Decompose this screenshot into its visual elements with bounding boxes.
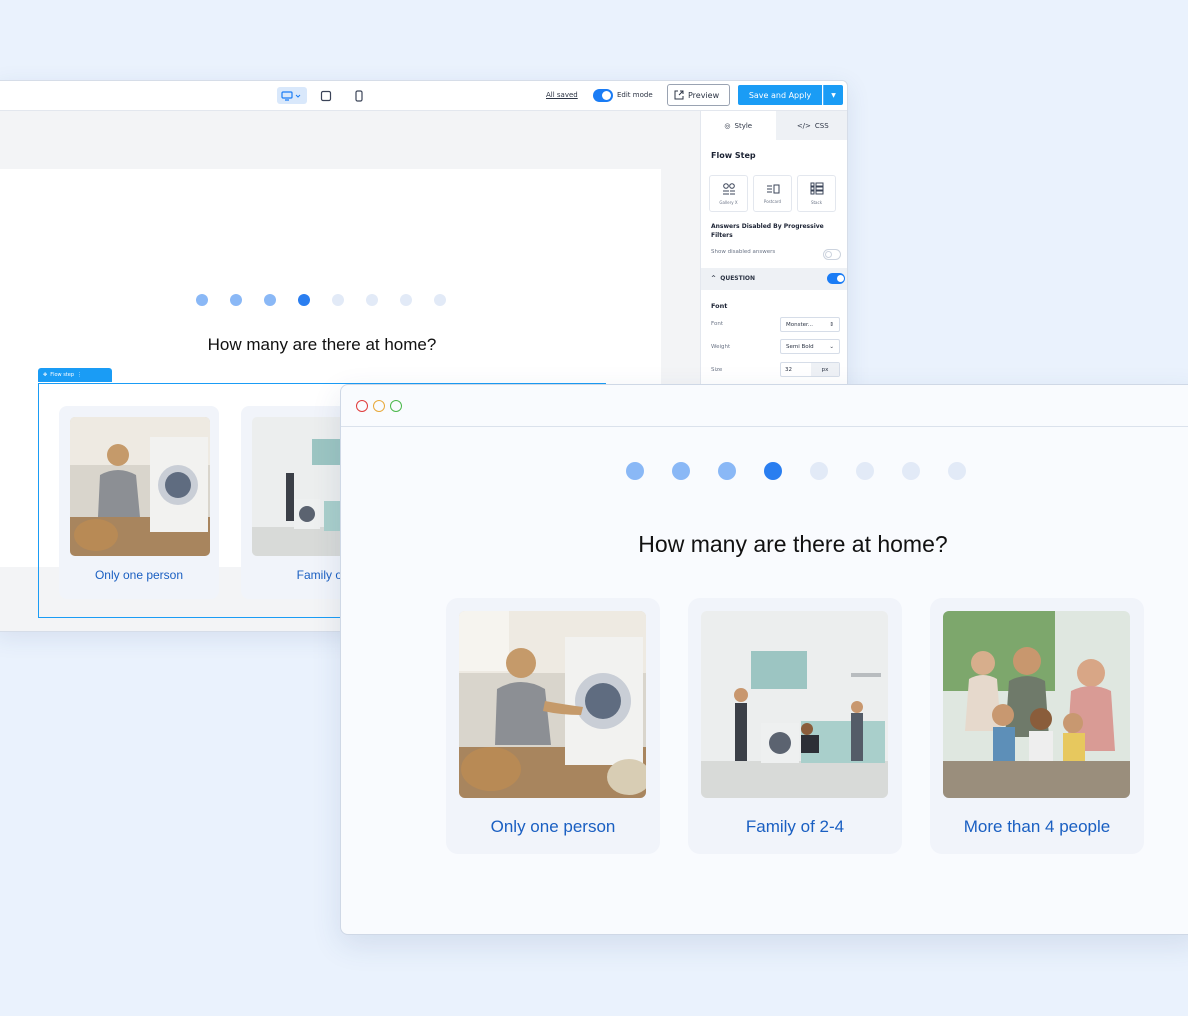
chevron-down-icon: ⌄ <box>829 343 834 350</box>
tab-style[interactable]: ◎ Style <box>701 111 776 140</box>
size-input[interactable]: 32 px <box>780 362 840 377</box>
question-heading: How many are there at home? <box>638 531 948 557</box>
question-section-label: QUESTION <box>720 275 756 282</box>
stepper-icon: ⇕ <box>829 321 834 328</box>
progress-dot <box>332 294 344 306</box>
panel-tabs: ◎ Style </> CSS <box>701 111 847 140</box>
progress-dot <box>856 462 874 480</box>
progress-dot <box>298 294 310 306</box>
flow-step-label: Flow step <box>50 372 75 378</box>
move-icon[interactable]: ✥ <box>43 372 47 378</box>
size-label: Size <box>711 367 723 373</box>
font-value: Monster... <box>786 321 814 328</box>
gallery-layout-icon <box>722 182 735 194</box>
answer-card[interactable]: Only one person <box>59 406 219 599</box>
caret-down-icon: ▼ <box>831 91 836 99</box>
progress-dot <box>764 462 782 480</box>
layout-option-label: Gallery X <box>719 199 738 205</box>
progress-dot <box>718 462 736 480</box>
chevron-up-icon: ^ <box>711 275 717 282</box>
show-disabled-label: Show disabled answers <box>711 249 776 255</box>
progress-dots <box>626 462 966 480</box>
layout-options: Gallery X Postcard Stack <box>709 175 836 212</box>
progress-dot <box>264 294 276 306</box>
code-icon: </> <box>796 121 811 130</box>
laundry-woman-image <box>70 417 210 556</box>
laundry-woman-image <box>459 611 646 798</box>
preview-label: Preview <box>688 90 720 100</box>
progress-dot <box>672 462 690 480</box>
size-unit: px <box>811 363 839 376</box>
font-label: Font <box>711 321 723 327</box>
tab-style-label: Style <box>734 121 753 130</box>
layout-option-label: Stack <box>810 200 823 205</box>
layout-option-postcard[interactable]: Postcard <box>753 175 792 212</box>
panel-heading: Flow Step <box>711 151 756 160</box>
tab-css-label: CSS <box>814 121 829 130</box>
edit-mode-label: Edit mode <box>617 91 653 99</box>
preview-button[interactable]: Preview <box>667 84 730 106</box>
layout-option-label: Postcard <box>763 198 782 204</box>
answer-label: More than 4 people <box>963 817 1111 836</box>
preview-window: How many are there at home? Only one per… <box>340 384 1188 935</box>
external-link-icon <box>674 90 684 100</box>
stack-layout-icon <box>810 182 823 195</box>
progress-dot <box>434 294 446 306</box>
answer-label: Only one person <box>94 568 184 582</box>
phone-view-button[interactable] <box>353 87 365 104</box>
answer-label: Family of 2-4 <box>745 817 845 836</box>
close-window-button[interactable] <box>356 400 368 412</box>
font-heading: Font <box>711 302 728 310</box>
weight-label: Weight <box>711 344 731 350</box>
progress-dot <box>626 462 644 480</box>
progress-dots <box>196 294 446 306</box>
question-toggle[interactable] <box>827 273 845 284</box>
answer-label: Only one person <box>490 817 616 836</box>
family-kitchen-image <box>701 611 888 798</box>
editor-toolbar: All saved Edit mode Preview Save and App… <box>0 81 847 111</box>
desktop-view-button[interactable] <box>277 87 307 104</box>
progress-dot <box>230 294 242 306</box>
tab-css[interactable]: </> CSS <box>775 111 847 140</box>
progress-dot <box>948 462 966 480</box>
progress-dot <box>810 462 828 480</box>
layout-option-stack[interactable]: Stack <box>797 175 836 212</box>
palette-icon: ◎ <box>724 121 731 130</box>
progress-dot <box>366 294 378 306</box>
question-section-header[interactable]: ^ QUESTION <box>701 268 847 290</box>
saved-status-link[interactable]: All saved <box>546 91 578 99</box>
more-icon[interactable]: ⋮ <box>77 372 82 378</box>
weight-value: Semi Bold <box>786 343 814 350</box>
tablet-icon <box>320 90 332 101</box>
save-and-apply-button[interactable]: Save and Apply <box>738 85 822 105</box>
maximize-window-button[interactable] <box>390 400 402 412</box>
answer-card[interactable]: More than 4 people <box>930 598 1144 854</box>
desktop-icon <box>281 90 301 101</box>
progress-dot <box>902 462 920 480</box>
flow-step-tag[interactable]: ✥ Flow step ⋮ <box>38 368 112 382</box>
edit-mode-toggle[interactable] <box>593 89 613 102</box>
big-family-image <box>943 611 1130 798</box>
minimize-window-button[interactable] <box>373 400 385 412</box>
answer-card[interactable]: Only one person <box>446 598 660 854</box>
progress-dot <box>196 294 208 306</box>
size-value: 32 <box>785 366 792 373</box>
font-select[interactable]: Monster... ⇕ <box>780 317 840 332</box>
layout-option-gallery[interactable]: Gallery X <box>709 175 748 212</box>
progress-dot <box>400 294 412 306</box>
question-section-title: ^ QUESTION <box>711 275 755 282</box>
question-heading[interactable]: How many are there at home? <box>0 335 649 355</box>
save-options-dropdown[interactable]: ▼ <box>823 85 843 105</box>
phone-icon <box>355 89 363 102</box>
preview-titlebar <box>341 385 1188 427</box>
show-disabled-toggle[interactable] <box>823 249 841 260</box>
answers-disabled-title: Answers Disabled By Progressive Filters <box>711 223 824 239</box>
postcard-layout-icon <box>766 184 779 193</box>
weight-select[interactable]: Semi Bold ⌄ <box>780 339 840 354</box>
tablet-view-button[interactable] <box>319 87 333 104</box>
answer-card[interactable]: Family of 2-4 <box>688 598 902 854</box>
